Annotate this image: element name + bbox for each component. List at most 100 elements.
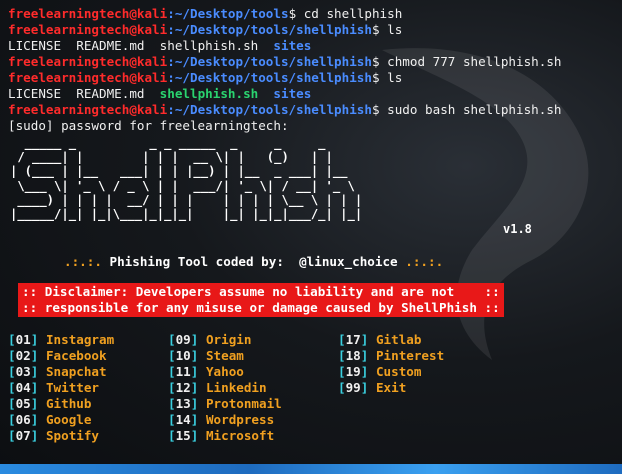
menu-column: [17] Gitlab [18] Pinterest [19] Custom [99]… xyxy=(338,332,444,396)
option-number: 19 xyxy=(345,364,361,379)
option-number: 01 xyxy=(15,332,31,347)
shellphish-banner: _____ _ _ _ _____ _ _ _ / ____| | | | | … xyxy=(10,136,363,222)
terminal-line: freelearningtech@kali:~/Desktop/tools/sh… xyxy=(8,22,622,38)
option-number: 11 xyxy=(175,364,191,379)
file-entry: LICENSE xyxy=(8,86,62,101)
option-label: Twitter xyxy=(38,380,100,395)
menu-option-instagram[interactable]: [01] Instagram xyxy=(8,332,114,348)
menu-option-snapchat[interactable]: [03] Snapchat xyxy=(8,364,114,380)
option-label: Microsoft xyxy=(198,428,275,443)
option-number: 02 xyxy=(15,348,31,363)
command-text: $ chmod 777 shellphish.sh xyxy=(371,54,562,69)
bracket-open: [ xyxy=(8,364,16,379)
menu-option-exit[interactable]: [99] Exit xyxy=(338,380,444,396)
option-number: 14 xyxy=(175,412,191,427)
menu-option-gitlab[interactable]: [17] Gitlab xyxy=(338,332,444,348)
option-label: Pinterest xyxy=(368,348,445,363)
option-label: Exit xyxy=(368,380,407,395)
bracket-open: [ xyxy=(338,380,346,395)
bracket-open: [ xyxy=(168,396,176,411)
option-label: Snapchat xyxy=(38,364,107,379)
prompt-user: freelearningtech@kali xyxy=(8,22,168,37)
terminal-line: [sudo] password for freelearningtech: xyxy=(8,118,622,134)
directory-entry: sites xyxy=(273,86,312,101)
menu-option-facebook[interactable]: [02] Facebook xyxy=(8,348,114,364)
bracket-open: [ xyxy=(8,396,16,411)
menu-option-custom[interactable]: [19] Custom xyxy=(338,364,444,380)
terminal-line: freelearningtech@kali:~/Desktop/tools/sh… xyxy=(8,102,622,118)
menu-option-google[interactable]: [06] Google xyxy=(8,412,114,428)
file-entry: LICENSE xyxy=(8,38,62,53)
bracket-open: [ xyxy=(168,412,176,427)
bracket-open: [ xyxy=(8,428,16,443)
prompt-path: :~/Desktop/tools/shellphish xyxy=(167,70,372,85)
terminal-line: freelearningtech@kali:~/Desktop/tools$ c… xyxy=(8,6,622,22)
prompt-path: :~/Desktop/tools/shellphish xyxy=(167,22,372,37)
option-label: Protonmail xyxy=(198,396,282,411)
option-number: 13 xyxy=(175,396,191,411)
option-label: Spotify xyxy=(38,428,100,443)
terminal-output: freelearningtech@kali:~/Desktop/tools$ c… xyxy=(8,6,622,134)
option-number: 12 xyxy=(175,380,191,395)
bracket-open: [ xyxy=(8,380,16,395)
prompt-path: :~/Desktop/tools/shellphish xyxy=(167,54,372,69)
bracket-open: [ xyxy=(168,380,176,395)
command-text: $ cd shellphish xyxy=(288,6,403,21)
menu-option-pinterest[interactable]: [18] Pinterest xyxy=(338,348,444,364)
prompt-user: freelearningtech@kali xyxy=(8,6,168,21)
option-number: 04 xyxy=(15,380,31,395)
option-number: 03 xyxy=(15,364,31,379)
terminal-line: LICENSE README.md shellphish.sh sites xyxy=(8,38,622,54)
menu-option-origin[interactable]: [09] Origin xyxy=(168,332,282,348)
terminal-line: freelearningtech@kali:~/Desktop/tools/sh… xyxy=(8,54,622,70)
file-entry: shellphish.sh xyxy=(159,38,259,53)
menu-column: [09] Origin [10] Steam [11] Yahoo [12] Link… xyxy=(168,332,282,444)
version-label: v1.8 xyxy=(503,222,532,236)
menu-column: [01] Instagram [02] Facebook [03] Snapchat… xyxy=(8,332,114,444)
bracket-open: [ xyxy=(8,332,16,347)
bracket-open: [ xyxy=(338,332,346,347)
option-label: Gitlab xyxy=(368,332,422,347)
executable-entry: shellphish.sh xyxy=(159,86,259,101)
bracket-open: [ xyxy=(338,364,346,379)
menu-option-spotify[interactable]: [07] Spotify xyxy=(8,428,114,444)
option-label: Origin xyxy=(198,332,252,347)
menu-option-wordpress[interactable]: [14] Wordpress xyxy=(168,412,282,428)
taskbar-strip xyxy=(0,464,622,474)
menu-option-steam[interactable]: [10] Steam xyxy=(168,348,282,364)
prompt-path: :~/Desktop/tools/shellphish xyxy=(167,102,372,117)
tagline-dots-left: .:.:. xyxy=(64,254,102,269)
option-number: 99 xyxy=(345,380,361,395)
option-label: Github xyxy=(38,396,92,411)
disclaimer-line-2: :: responsible for any misuse or damage … xyxy=(22,300,500,315)
file-entry: README.md xyxy=(76,38,145,53)
prompt-user: freelearningtech@kali xyxy=(8,70,168,85)
disclaimer-line-1: :: Disclaimer: Developers assume no liab… xyxy=(22,284,500,299)
option-number: 10 xyxy=(175,348,191,363)
menu-option-github[interactable]: [05] Github xyxy=(8,396,114,412)
disclaimer-box: :: Disclaimer: Developers assume no liab… xyxy=(18,283,504,317)
menu-option-twitter[interactable]: [04] Twitter xyxy=(8,380,114,396)
command-text: $ sudo bash shellphish.sh xyxy=(371,102,562,117)
file-entry: README.md xyxy=(76,86,145,101)
command-text: $ ls xyxy=(371,22,403,37)
bracket-open: [ xyxy=(8,348,16,363)
option-label: Linkedin xyxy=(198,380,267,395)
bracket-open: [ xyxy=(168,428,176,443)
option-label: Wordpress xyxy=(198,412,275,427)
bracket-open: [ xyxy=(168,332,176,347)
menu-option-linkedin[interactable]: [12] Linkedin xyxy=(168,380,282,396)
sudo-password-prompt: [sudo] password for freelearningtech: xyxy=(8,118,289,133)
option-number: 15 xyxy=(175,428,191,443)
option-label: Instagram xyxy=(38,332,115,347)
command-text: $ ls xyxy=(371,70,403,85)
option-number: 09 xyxy=(175,332,191,347)
option-label: Facebook xyxy=(38,348,107,363)
menu-option-protonmail[interactable]: [13] Protonmail xyxy=(168,396,282,412)
option-number: 07 xyxy=(15,428,31,443)
bracket-open: [ xyxy=(168,364,176,379)
menu-option-yahoo[interactable]: [11] Yahoo xyxy=(168,364,282,380)
menu-option-microsoft[interactable]: [15] Microsoft xyxy=(168,428,282,444)
option-label: Yahoo xyxy=(198,364,244,379)
option-number: 05 xyxy=(15,396,31,411)
